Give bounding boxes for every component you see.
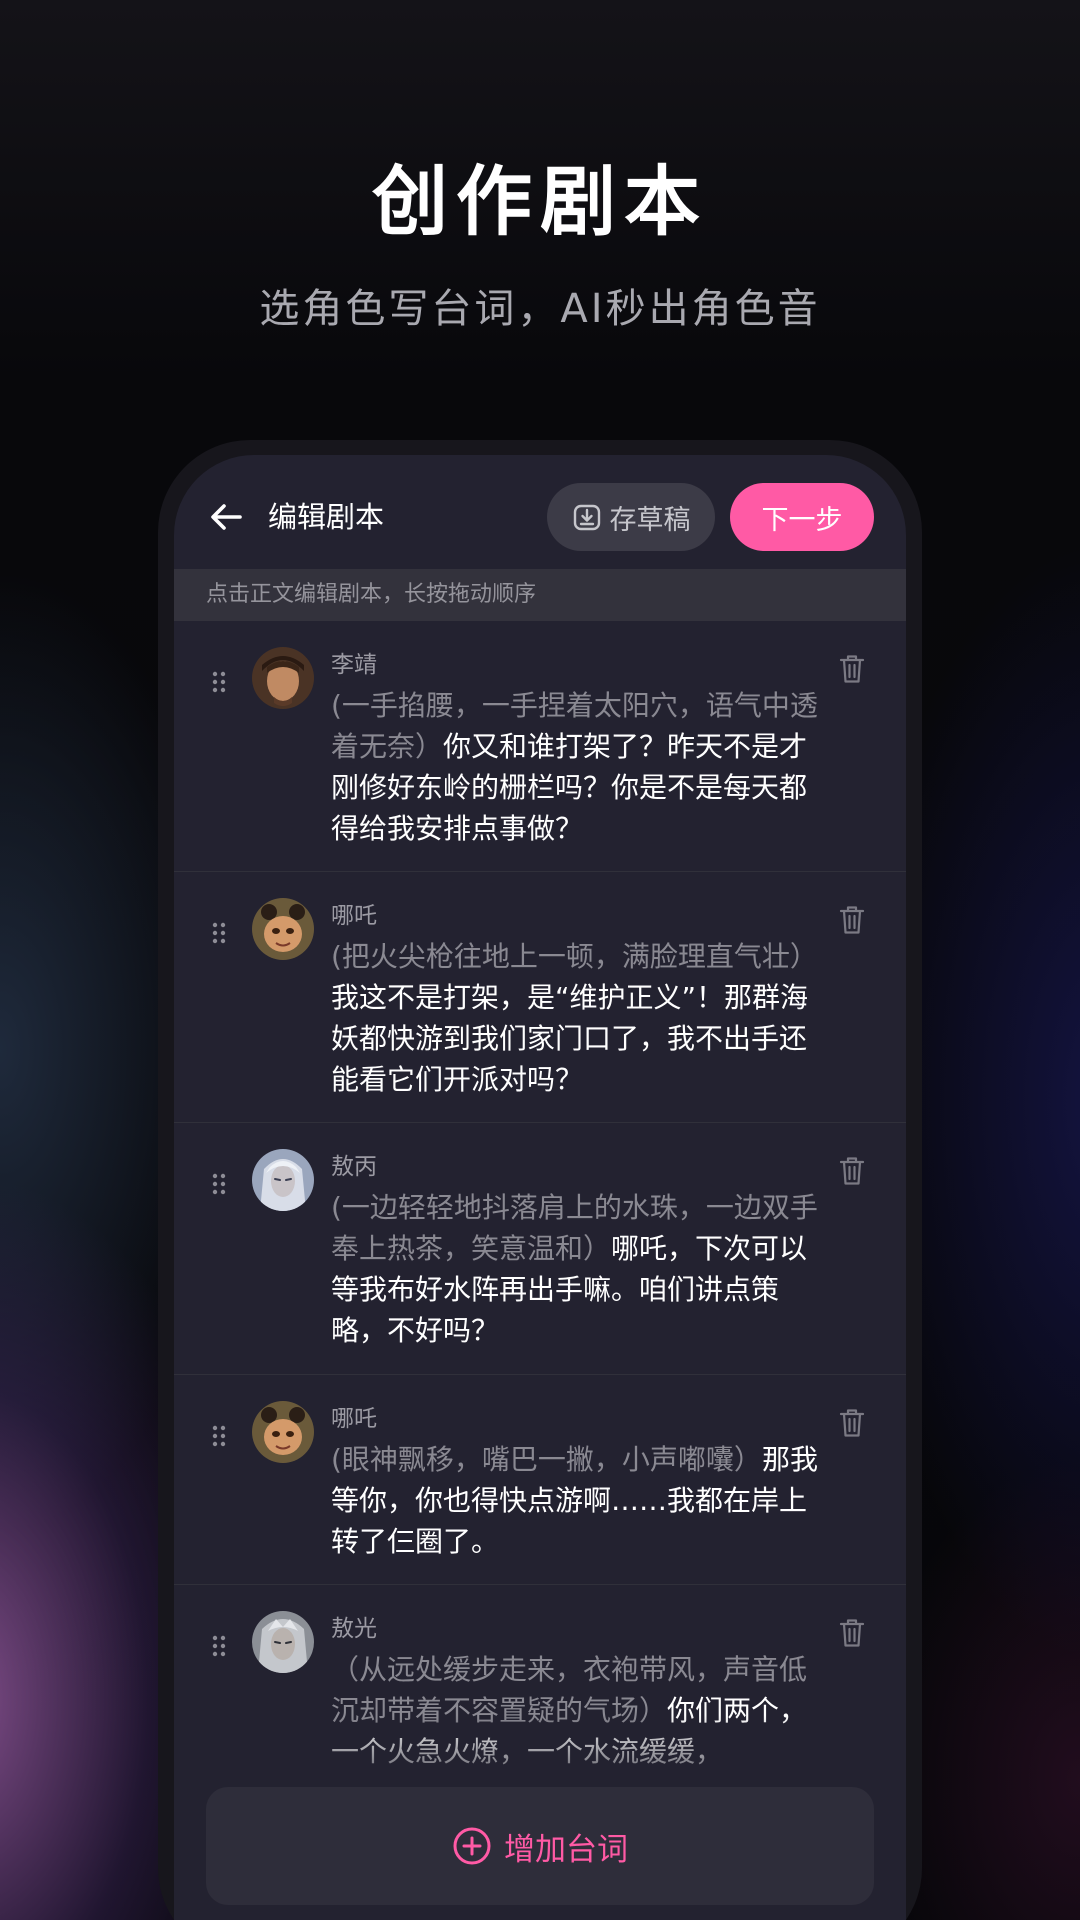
- dialogue: 我这不是打架，是“维护正义”！那群海妖都快游到我们家门口了，我不出手还能看它们开…: [331, 981, 809, 1096]
- role-name: 李靖: [331, 652, 377, 678]
- app-bar: 编辑剧本 存草稿 下一步: [174, 455, 906, 568]
- avatar: [252, 1401, 314, 1463]
- drag-handle-icon[interactable]: [212, 671, 226, 693]
- download-box-icon: [573, 504, 600, 531]
- stage-direction: (眼神飘移，嘴巴一撇，小声嘟囔）: [331, 1443, 762, 1476]
- stage-direction: (把火尖枪往地上一顿，满脸理直气壮）: [331, 940, 818, 973]
- line-text[interactable]: (一手掐腰，一手捏着太阳穴，语气中透着无奈）你又和谁打架了？昨天不是才刚修好东岭…: [331, 685, 823, 849]
- hint-bar: 点击正文编辑剧本，长按拖动顺序: [174, 569, 906, 621]
- role-name: 敖丙: [331, 1154, 377, 1180]
- script-line-item[interactable]: 哪吒 (把火尖枪往地上一顿，满脸理直气壮） 我这不是打架，是“维护正义”！那群海妖…: [174, 872, 906, 1123]
- page-title: 编辑剧本: [268, 500, 385, 534]
- script-line-item[interactable]: 李靖 (一手掐腰，一手捏着太阳穴，语气中透着无奈）你又和谁打架了？昨天不是才刚修…: [174, 621, 906, 872]
- script-line-item[interactable]: 敖丙 (一边轻轻地抖落肩上的水珠，一边双手奉上热茶，笑意温和）哪吒，下次可以等我…: [174, 1123, 906, 1375]
- promo-subline: 选角色写台词，AI秒出角色音: [259, 286, 821, 332]
- drag-handle-icon[interactable]: [212, 922, 226, 944]
- delete-icon[interactable]: [838, 1407, 866, 1439]
- list-fade: [174, 1715, 906, 1795]
- phone-screen: 编辑剧本 存草稿 下一步 点击正文编辑剧本，长按拖动顺序 李靖 (一手掐腰，一手…: [174, 455, 906, 1920]
- line-text[interactable]: (一边轻轻地抖落肩上的水珠，一边双手奉上热茶，笑意温和）哪吒，下次可以等我布好水…: [331, 1187, 823, 1351]
- script-line-item[interactable]: 哪吒 (眼神飘移，嘴巴一撇，小声嘟囔）那我等你，你也得快点游啊……我都在岸上转了…: [174, 1375, 906, 1585]
- drag-handle-icon[interactable]: [212, 1173, 226, 1195]
- line-text[interactable]: (把火尖枪往地上一顿，满脸理直气壮） 我这不是打架，是“维护正义”！那群海妖都快游…: [331, 936, 823, 1100]
- drag-handle-icon[interactable]: [212, 1425, 226, 1447]
- role-name: 敖光: [331, 1616, 377, 1642]
- avatar: [252, 1611, 314, 1673]
- save-draft-button[interactable]: 存草稿: [547, 483, 715, 551]
- script-line-list: 李靖 (一手掐腰，一手捏着太阳穴，语气中透着无奈）你又和谁打架了？昨天不是才刚修…: [174, 621, 906, 1845]
- line-text[interactable]: (眼神飘移，嘴巴一撇，小声嘟囔）那我等你，你也得快点游啊……我都在岸上转了仨圈了…: [331, 1439, 823, 1562]
- avatar: [252, 898, 314, 960]
- delete-icon[interactable]: [838, 904, 866, 936]
- drag-handle-icon[interactable]: [212, 1635, 226, 1657]
- avatar: [252, 647, 314, 709]
- plus-circle-icon: [453, 1827, 491, 1865]
- add-line-button[interactable]: 增加台词: [206, 1787, 874, 1905]
- role-name: 哪吒: [331, 1406, 377, 1432]
- avatar: [252, 1149, 314, 1211]
- save-draft-label: 存草稿: [609, 504, 691, 536]
- delete-icon[interactable]: [838, 1155, 866, 1187]
- add-line-label: 增加台词: [504, 1831, 628, 1868]
- role-name: 哪吒: [331, 903, 377, 929]
- back-arrow-icon[interactable]: [206, 497, 246, 537]
- delete-icon[interactable]: [838, 653, 866, 685]
- next-step-button[interactable]: 下一步: [730, 483, 874, 551]
- delete-icon[interactable]: [838, 1617, 866, 1649]
- promo-headline: 创作剧本: [372, 157, 708, 246]
